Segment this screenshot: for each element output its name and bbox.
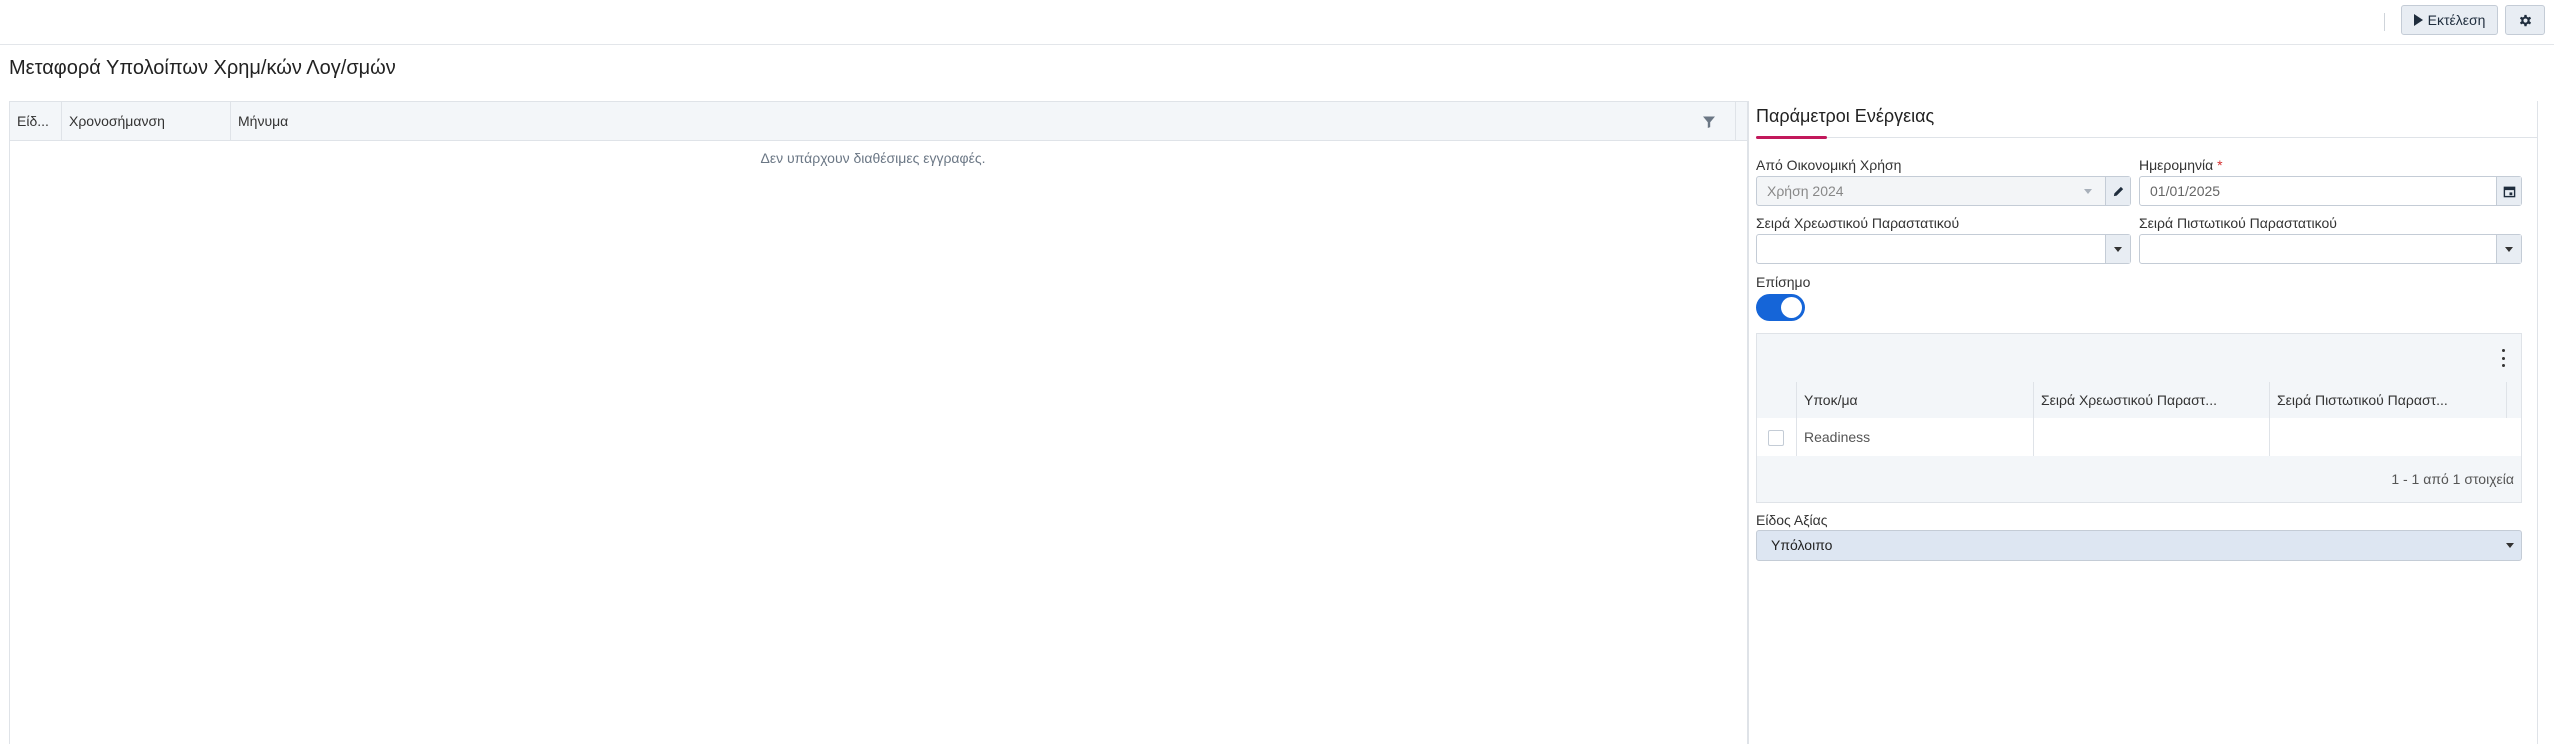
toggle-knob	[1781, 297, 1802, 318]
run-button[interactable]: Εκτέλεση	[2401, 5, 2498, 35]
date-label: Ημερομηνία *	[2139, 157, 2223, 173]
table-row[interactable]: Readiness	[1757, 418, 2521, 457]
edit-year-button[interactable]	[2105, 177, 2130, 205]
params-title: Παράμετροι Ενέργειας	[1756, 106, 1935, 126]
debit-series-label: Σειρά Χρεωστικού Παραστατικού	[1756, 215, 1960, 231]
column-credit-series[interactable]: Σειρά Πιστωτικού Παραστ...	[2270, 382, 2507, 418]
column-branch[interactable]: Υποκ/μα	[1797, 382, 2034, 418]
credit-series-dropdown-button[interactable]	[2496, 235, 2521, 263]
chevron-down-icon	[2505, 246, 2513, 252]
top-toolbar: Εκτέλεση	[0, 0, 2554, 45]
chevron-down-icon	[2084, 189, 2092, 194]
credit-series-cell[interactable]	[2270, 418, 2521, 456]
credit-series-label: Σειρά Πιστωτικού Παραστατικού	[2139, 215, 2337, 231]
date-value: 01/01/2025	[2150, 183, 2221, 199]
more-options-icon[interactable]	[2496, 349, 2510, 367]
subgrid-footer: 1 - 1 από 1 στοιχεία	[1757, 456, 2521, 502]
subgrid-toolbar	[1757, 334, 2521, 383]
column-timestamp[interactable]: Χρονοσήμανση	[62, 102, 231, 140]
credit-series-select[interactable]	[2139, 234, 2522, 264]
chevron-down-icon	[2506, 543, 2514, 548]
from-year-field[interactable]: Χρήση 2024	[1756, 176, 2131, 206]
value-type-value: Υπόλοιπο	[1771, 537, 1833, 553]
debit-series-dropdown-button[interactable]	[2105, 235, 2130, 263]
required-marker: *	[2217, 157, 2223, 173]
date-field[interactable]: 01/01/2025	[2139, 176, 2522, 206]
from-year-label: Από Οικονομική Χρήση	[1756, 157, 1902, 173]
column-type[interactable]: Είδ...	[10, 102, 62, 140]
chevron-down-icon	[2114, 246, 2122, 252]
value-type-label: Είδος Αξίας	[1756, 512, 1828, 528]
settings-button[interactable]	[2505, 5, 2545, 35]
calendar-button[interactable]	[2496, 177, 2521, 205]
log-grid: Είδ... Χρονοσήμανση Μήνυμα Δεν υπάρχουν …	[9, 101, 1748, 744]
empty-message: Δεν υπάρχουν διαθέσιμες εγγραφές.	[760, 150, 986, 166]
pager-info: 1 - 1 από 1 στοιχεία	[2391, 471, 2514, 487]
row-select-cell	[1757, 418, 1797, 456]
gear-icon	[2519, 14, 2531, 26]
run-button-label: Εκτέλεση	[2427, 12, 2486, 28]
toolbar-separator	[2384, 13, 2385, 31]
title-divider	[1756, 137, 2537, 138]
debit-series-select[interactable]	[1756, 234, 2131, 264]
pencil-icon	[2113, 186, 2123, 196]
log-grid-header: Είδ... Χρονοσήμανση Μήνυμα	[10, 102, 1747, 141]
filter-icon[interactable]	[1702, 115, 1716, 129]
value-type-select[interactable]: Υπόλοιπο	[1756, 530, 2522, 561]
play-icon	[2413, 14, 2423, 26]
column-debit-series[interactable]: Σειρά Χρεωστικού Παραστ...	[2034, 382, 2270, 418]
panel-scrollbar[interactable]	[2537, 101, 2538, 744]
branch-series-grid: Υποκ/μα Σειρά Χρεωστικού Παραστ... Σειρά…	[1756, 333, 2522, 503]
select-column	[1757, 382, 1797, 418]
calendar-icon	[2503, 186, 2515, 197]
official-label: Επίσημο	[1756, 274, 1811, 290]
date-label-text: Ημερομηνία	[2139, 157, 2214, 173]
official-toggle[interactable]	[1756, 294, 1805, 321]
row-checkbox[interactable]	[1768, 430, 1784, 446]
panel-divider	[1748, 101, 1749, 744]
title-accent-underline	[1756, 136, 1827, 139]
page-title: Μεταφορά Υπολοίπων Χρημ/κών Λογ/σμών	[9, 57, 396, 79]
debit-series-cell[interactable]	[2034, 418, 2270, 456]
subgrid-header: Υποκ/μα Σειρά Χρεωστικού Παραστ... Σειρά…	[1757, 382, 2521, 419]
column-message[interactable]: Μήνυμα	[231, 102, 1736, 140]
branch-cell[interactable]: Readiness	[1797, 418, 2034, 456]
from-year-value: Χρήση 2024	[1767, 183, 1844, 199]
